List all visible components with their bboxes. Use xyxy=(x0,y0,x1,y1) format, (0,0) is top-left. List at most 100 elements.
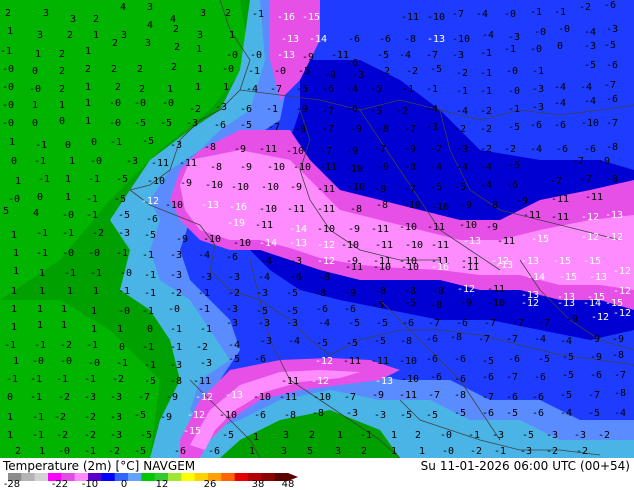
temperature-value: -1 xyxy=(143,270,157,281)
temperature-value: -11 xyxy=(318,162,338,173)
temperature-value: -1 xyxy=(479,68,493,79)
temperature-value: -9 xyxy=(587,334,601,345)
temperature-value: 1 xyxy=(196,64,204,75)
temperature-value: -5 xyxy=(133,446,147,457)
temperature-value: -5 xyxy=(141,136,155,147)
temperature-value: -6 xyxy=(605,60,619,71)
temperature-value: -5 xyxy=(143,230,157,241)
temperature-value: -12 xyxy=(310,376,330,387)
temperature-value: -9 xyxy=(301,52,315,63)
temperature-value: 3 xyxy=(42,8,50,19)
temperature-value: 4 xyxy=(146,20,154,31)
temperature-value: -3 xyxy=(117,228,131,239)
temperature-value: -10 xyxy=(230,182,250,193)
temperature-value: -4 xyxy=(245,84,259,95)
temperature-value: -7 xyxy=(403,184,417,195)
temperature-value: -19 xyxy=(226,218,246,229)
temperature-value: -15 xyxy=(552,256,572,267)
temperature-value: -11 xyxy=(316,184,336,195)
temperature-value: -3 xyxy=(257,318,271,329)
temperature-value: -10 xyxy=(202,234,222,245)
temperature-value: 1 xyxy=(36,320,44,331)
temperature-value: -1 xyxy=(141,342,155,353)
temperature-value: -3 xyxy=(285,318,299,329)
temperature-value: -0 xyxy=(249,50,263,61)
temperature-value: -6 xyxy=(239,104,253,115)
temperature-value: -5 xyxy=(481,356,495,367)
temperature-value: -2 xyxy=(57,392,71,403)
temperature-value: 0 xyxy=(90,137,98,148)
temperature-value: -5 xyxy=(297,66,311,77)
temperature-value: 1 xyxy=(84,82,92,93)
temperature-value: -0 xyxy=(533,27,547,38)
temperature-value: -6 xyxy=(529,120,543,131)
temperature-value: -4 xyxy=(259,256,273,267)
temperature-value: -5 xyxy=(345,338,359,349)
temperature-value: -0 xyxy=(503,9,517,20)
temperature-value: -10 xyxy=(344,164,364,175)
temperature-value: -1 xyxy=(455,86,469,97)
temperature-value: -9 xyxy=(403,144,417,155)
temperature-value: 3 xyxy=(196,30,204,41)
temperature-value: -7 xyxy=(451,9,465,20)
valid-tz: UTC xyxy=(552,459,577,473)
temperature-value: 1 xyxy=(14,176,22,187)
map-footer: Temperature (2m) [°C] NAVGEM Su 11-01-2026 0… xyxy=(0,458,634,490)
temperature-value: -5 xyxy=(347,318,361,329)
temperature-value: -4 xyxy=(481,30,495,41)
temperature-value: -11 xyxy=(496,236,516,247)
colorbar-tick-label: -22 xyxy=(51,479,69,490)
temperature-value: -6 xyxy=(481,372,495,383)
temperature-value: -8 xyxy=(349,204,363,215)
temperature-value: 1 xyxy=(12,248,20,259)
temperature-value: -4 xyxy=(583,27,597,38)
colorbar-tick-label: 26 xyxy=(203,479,217,490)
temperature-value: 4 xyxy=(32,208,40,219)
colorbar-tick-label: 38 xyxy=(251,479,265,490)
temperature-value: -5 xyxy=(399,410,413,421)
temperature-value: -1 xyxy=(531,66,545,77)
temperature-value: -10 xyxy=(316,224,336,235)
temperature-value: 1 xyxy=(60,320,68,331)
temperature-value: -10 xyxy=(451,34,471,45)
temperature-value: 5 xyxy=(306,446,314,457)
temperature-value: -3 xyxy=(199,358,213,369)
temperature-value: -7 xyxy=(343,392,357,403)
temperature-value: -9 xyxy=(179,178,193,189)
temperature-value: -12 xyxy=(520,298,540,309)
temperature-value: 1 xyxy=(66,286,74,297)
temperature-value: 1 xyxy=(194,82,202,93)
temperature-value: -6 xyxy=(605,94,619,105)
temperature-value: -5 xyxy=(373,336,387,347)
temperature-value: -5 xyxy=(143,376,157,387)
temperature-value: -6 xyxy=(253,354,267,365)
temperature-value: -0 xyxy=(108,118,122,129)
temperature-value: 1 xyxy=(248,446,256,457)
temperature-value: -6 xyxy=(505,180,519,191)
temperature-value: -10 xyxy=(458,220,478,231)
temperature-value: -7 xyxy=(537,318,551,329)
temperature-value: -3 xyxy=(491,430,505,441)
temperature-value: -13 xyxy=(588,272,608,283)
temperature-value: -5 xyxy=(285,288,299,299)
temperature-value: -5 xyxy=(369,106,383,117)
temperature-value: 1 xyxy=(10,230,18,241)
temperature-value: 1 xyxy=(38,286,46,297)
temperature-value: -3 xyxy=(109,412,123,423)
temperature-value: 2 xyxy=(58,49,66,60)
temperature-value: 3 xyxy=(69,14,77,25)
temperature-value: -10 xyxy=(204,180,224,191)
temperature-value: -6 xyxy=(289,272,303,283)
temperature-value: -15 xyxy=(530,234,550,245)
temperature-value: -3 xyxy=(225,318,239,329)
temperature-value: -8 xyxy=(283,410,297,421)
temperature-value: 2 xyxy=(308,430,316,441)
temperature-value: 1 xyxy=(390,446,398,457)
temperature-value: -0 xyxy=(505,66,519,77)
temperature-value: -11 xyxy=(398,390,418,401)
temperature-value: -1 xyxy=(141,250,155,261)
temperature-value: -4 xyxy=(533,334,547,345)
temperature-value: 0 xyxy=(10,156,18,167)
temperature-value: 2 xyxy=(172,24,180,35)
temperature-value: -13 xyxy=(288,238,308,249)
